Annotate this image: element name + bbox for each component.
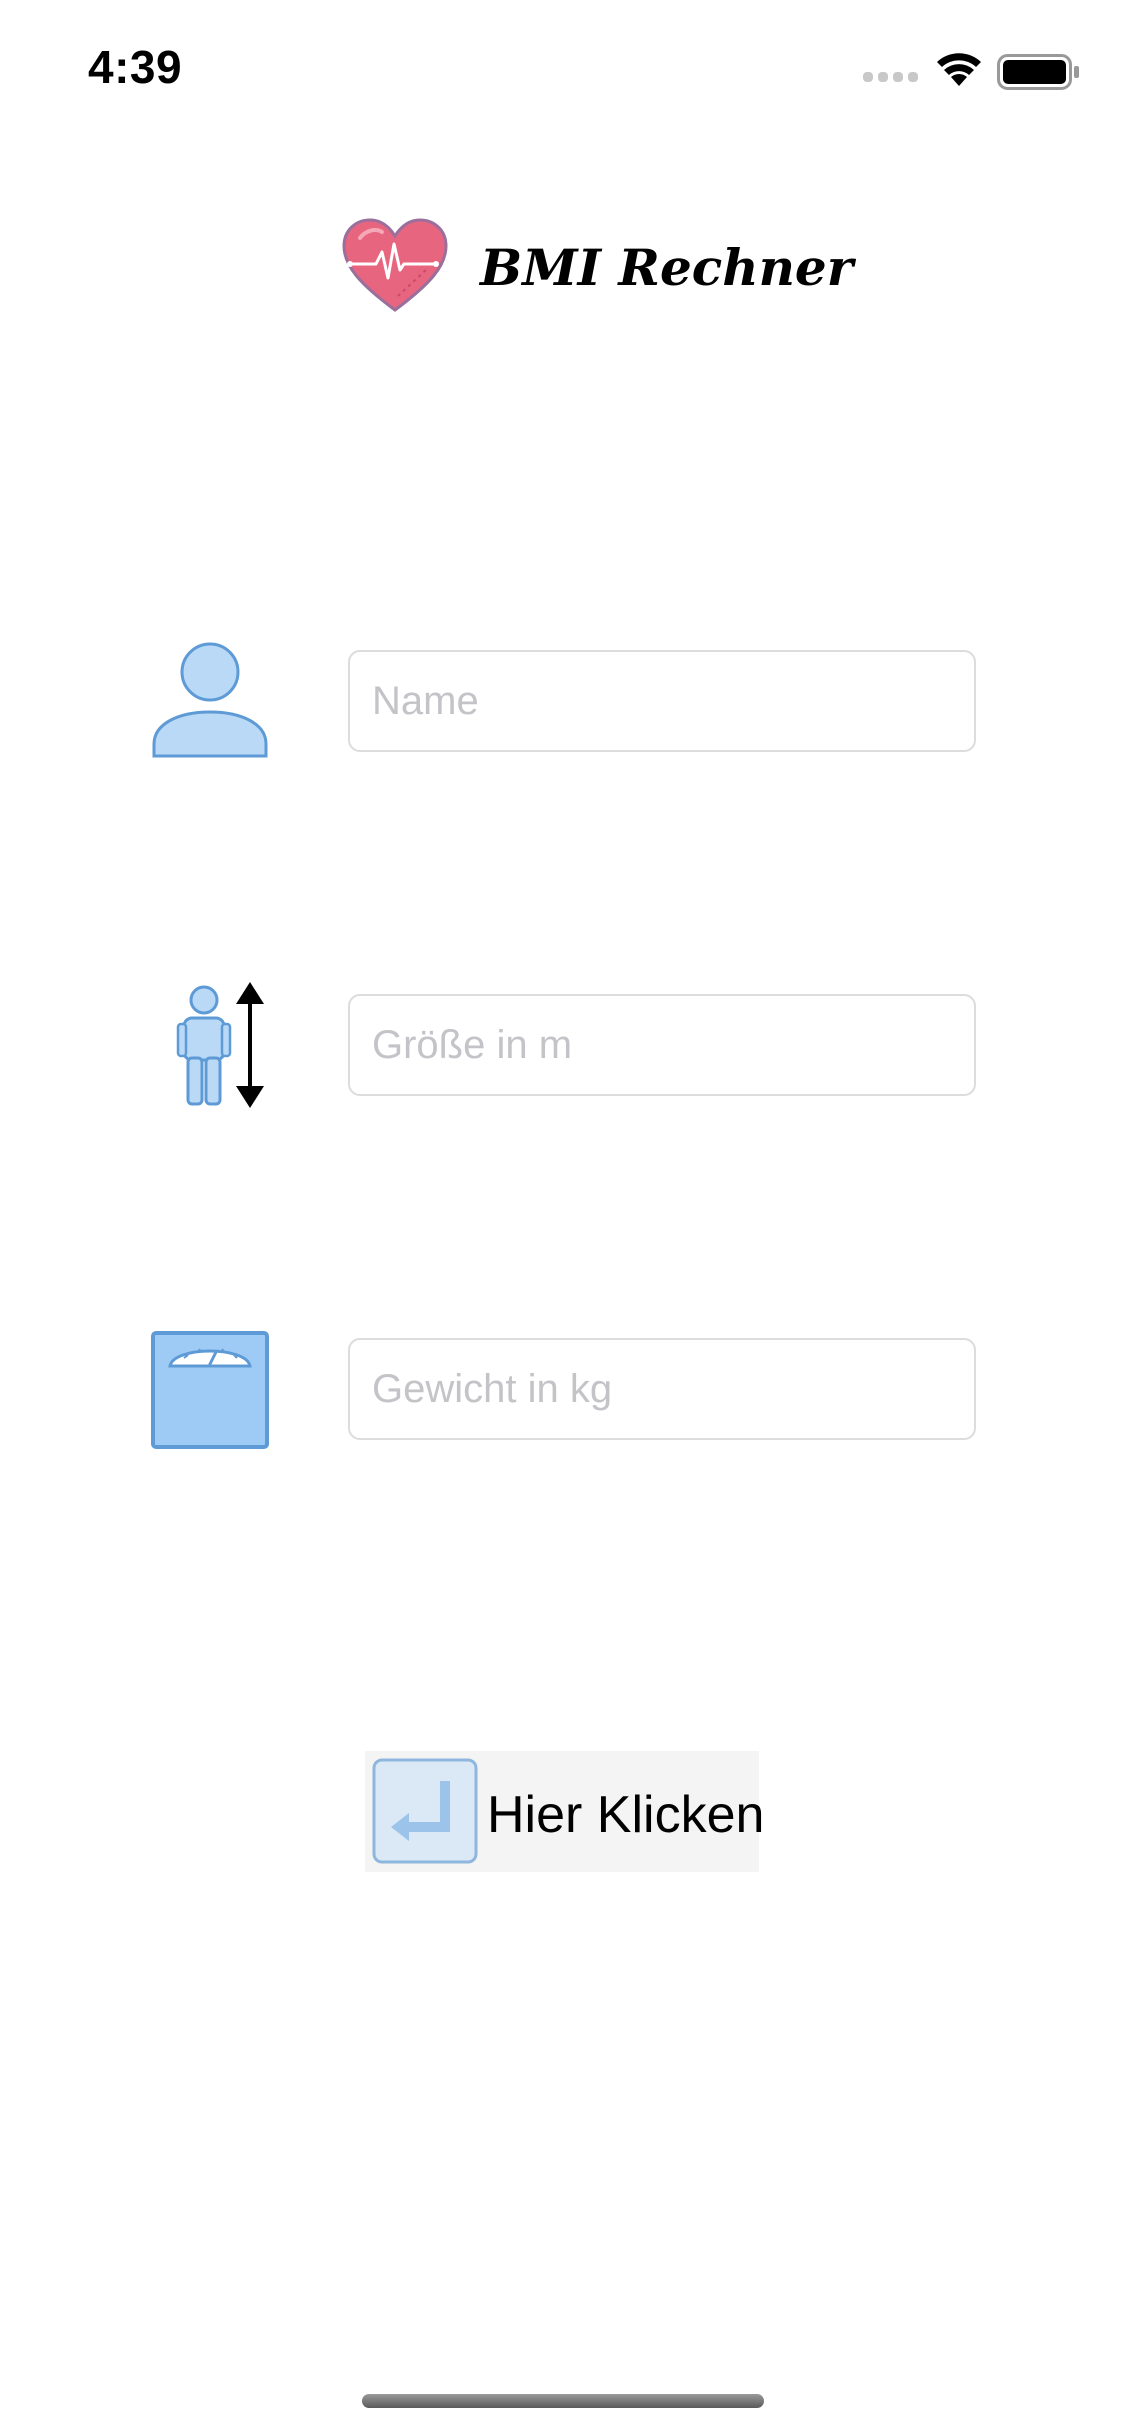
person-icon bbox=[152, 642, 268, 758]
name-input[interactable] bbox=[348, 650, 976, 752]
height-input[interactable] bbox=[348, 994, 976, 1096]
calculate-button[interactable]: Hier Klicken bbox=[365, 1751, 764, 1872]
height-measure-icon bbox=[176, 982, 264, 1108]
enter-key-icon bbox=[372, 1758, 478, 1864]
weighing-scale-icon bbox=[151, 1331, 269, 1449]
home-indicator[interactable] bbox=[362, 2394, 764, 2408]
heart-pulse-icon bbox=[342, 218, 448, 312]
wifi-icon bbox=[937, 53, 981, 86]
battery-icon bbox=[997, 54, 1079, 90]
weight-input[interactable] bbox=[348, 1338, 976, 1440]
app-header: BMI Rechner bbox=[340, 218, 853, 328]
signal-icon bbox=[863, 72, 918, 82]
app-title: BMI Rechner bbox=[480, 238, 854, 297]
calculate-button-label: Hier Klicken bbox=[487, 1786, 765, 1844]
status-indicators bbox=[863, 48, 1083, 92]
status-time: 4:39 bbox=[88, 41, 183, 93]
